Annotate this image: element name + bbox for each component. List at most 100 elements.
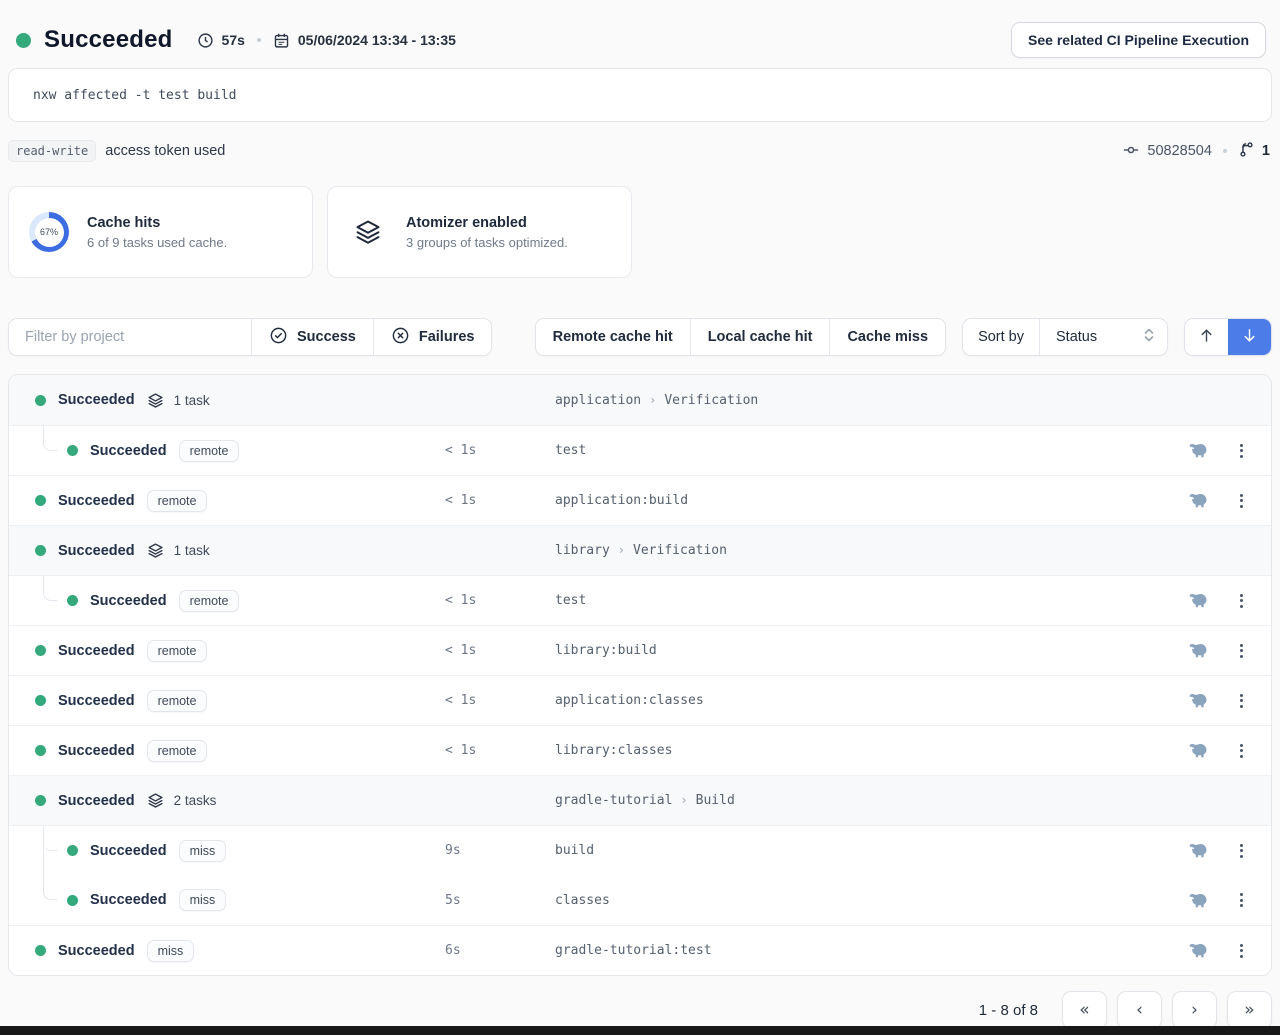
run-date-range: 05/06/2024 13:34 - 13:35 (298, 32, 456, 48)
dot-separator-icon (1223, 149, 1227, 153)
gradle-elephant-icon[interactable] (1177, 442, 1219, 459)
cache-hit-percent: 67% (35, 218, 64, 247)
task-row[interactable]: Succeededremote< 1slibrary:classes (9, 725, 1271, 775)
task-row[interactable]: Succeededmiss6sgradle-tutorial:test (9, 925, 1271, 975)
status-dot-icon (67, 895, 78, 906)
failures-filter-label: Failures (419, 329, 475, 345)
task-duration: < 1s (445, 443, 555, 458)
status-dot-icon (67, 845, 78, 856)
bottom-edge-bar (0, 1026, 1280, 1035)
gradle-elephant-icon[interactable] (1177, 942, 1219, 959)
pagination-range-label: 1 - 8 of 8 (979, 1002, 1038, 1019)
task-group-row[interactable]: Succeeded1 tasklibrary›Verification (9, 525, 1271, 575)
task-row[interactable]: Succeededremote< 1slibrary:build (9, 625, 1271, 675)
related-ci-pipeline-button[interactable]: See related CI Pipeline Execution (1011, 22, 1266, 58)
gradle-elephant-icon[interactable] (1177, 692, 1219, 709)
page-title: Succeeded (44, 26, 173, 54)
task-row[interactable]: Succeededremote< 1sapplication:classes (9, 675, 1271, 725)
row-status-label: Succeeded (58, 643, 135, 659)
status-dot-icon (35, 945, 46, 956)
tree-connector-icon (43, 837, 57, 851)
kebab-menu-icon[interactable] (1234, 488, 1249, 514)
task-name: gradle-tutorial:test (555, 943, 712, 958)
gradle-elephant-icon[interactable] (1177, 842, 1219, 859)
cache-status-badge: remote (147, 640, 208, 662)
task-name: library:classes (555, 743, 672, 758)
dot-separator-icon (257, 38, 261, 42)
project-filter-input[interactable] (9, 319, 251, 355)
status-dot-icon (35, 695, 46, 706)
cache-miss-button[interactable]: Cache miss (829, 319, 945, 355)
gradle-elephant-icon[interactable] (1177, 592, 1219, 609)
cache-hits-card: 67% Cache hits 6 of 9 tasks used cache. (8, 186, 313, 278)
sort-by-label: Sort by (963, 319, 1039, 355)
layers-icon (348, 218, 388, 246)
sort-selected-value: Status (1056, 329, 1097, 345)
failures-filter-button[interactable]: Failures (373, 319, 492, 355)
task-name: classes (555, 893, 610, 908)
gradle-elephant-icon[interactable] (1177, 642, 1219, 659)
last-page-button[interactable]: » (1227, 991, 1272, 1029)
layers-icon (147, 392, 164, 409)
task-duration: < 1s (445, 493, 555, 508)
task-name: test (555, 593, 586, 608)
task-row[interactable]: Succeededremote< 1sapplication:build (9, 475, 1271, 525)
sort-ascending-button[interactable] (1185, 319, 1228, 355)
first-page-button[interactable]: « (1062, 991, 1107, 1029)
gradle-elephant-icon[interactable] (1177, 892, 1219, 909)
kebab-menu-icon[interactable] (1234, 938, 1249, 964)
row-status-label: Succeeded (58, 493, 135, 509)
row-status-label: Succeeded (58, 693, 135, 709)
status-dot-icon (35, 545, 46, 556)
success-filter-button[interactable]: Success (251, 319, 373, 355)
task-count-label: 1 task (174, 393, 210, 408)
task-duration: 6s (445, 943, 555, 958)
task-duration: 9s (445, 843, 555, 858)
gradle-elephant-icon[interactable] (1177, 742, 1219, 759)
chevron-right-icon: › (680, 793, 687, 807)
branch-count: 1 (1262, 143, 1270, 159)
atomizer-card: Atomizer enabled 3 groups of tasks optim… (327, 186, 632, 278)
kebab-menu-icon[interactable] (1234, 638, 1249, 664)
kebab-menu-icon[interactable] (1234, 738, 1249, 764)
row-status-label: Succeeded (90, 892, 167, 908)
local-cache-hit-button[interactable]: Local cache hit (690, 319, 830, 355)
status-dot-icon (35, 795, 46, 806)
card-subtitle: 6 of 9 tasks used cache. (87, 235, 227, 250)
remote-cache-hit-button[interactable]: Remote cache hit (536, 319, 690, 355)
sort-select[interactable]: Status (1039, 319, 1167, 355)
cache-status-badge: remote (179, 440, 240, 462)
calendar-icon (273, 32, 290, 49)
cache-status-badge: remote (147, 740, 208, 762)
project-path-segment: gradle-tutorial (555, 793, 672, 808)
previous-page-button[interactable]: ‹ (1117, 991, 1162, 1029)
gradle-elephant-icon[interactable] (1177, 492, 1219, 509)
kebab-menu-icon[interactable] (1234, 688, 1249, 714)
kebab-menu-icon[interactable] (1234, 438, 1249, 464)
task-row[interactable]: Succeededmiss9sbuild (9, 825, 1271, 875)
row-status-label: Succeeded (90, 443, 167, 459)
kebab-menu-icon[interactable] (1234, 887, 1249, 913)
status-dot-icon (67, 595, 78, 606)
card-subtitle: 3 groups of tasks optimized. (406, 235, 568, 250)
sort-descending-button[interactable] (1228, 319, 1271, 355)
task-row[interactable]: Succeededremote< 1stest (9, 575, 1271, 625)
task-group-row[interactable]: Succeeded2 tasksgradle-tutorial›Build (9, 775, 1271, 825)
cache-status-badge: miss (179, 840, 227, 862)
task-name: application:classes (555, 693, 704, 708)
row-status-label: Succeeded (90, 843, 167, 859)
task-row[interactable]: Succeededremote< 1stest (9, 425, 1271, 475)
row-status-label: Succeeded (58, 543, 135, 559)
kebab-menu-icon[interactable] (1234, 838, 1249, 864)
tree-connector-icon (43, 874, 57, 900)
cache-filter-group: Remote cache hit Local cache hit Cache m… (535, 318, 946, 356)
status-dot-icon (67, 445, 78, 456)
kebab-menu-icon[interactable] (1234, 588, 1249, 614)
cache-status-badge: miss (147, 940, 195, 962)
next-page-button[interactable]: › (1172, 991, 1217, 1029)
task-row[interactable]: Succeededmiss5sclasses (9, 875, 1271, 925)
cache-hit-progress-ring: 67% (29, 212, 69, 252)
task-group-row[interactable]: Succeeded1 taskapplication›Verification (9, 375, 1271, 425)
commit-id[interactable]: 50828504 (1147, 143, 1212, 159)
status-dot-icon (35, 645, 46, 656)
